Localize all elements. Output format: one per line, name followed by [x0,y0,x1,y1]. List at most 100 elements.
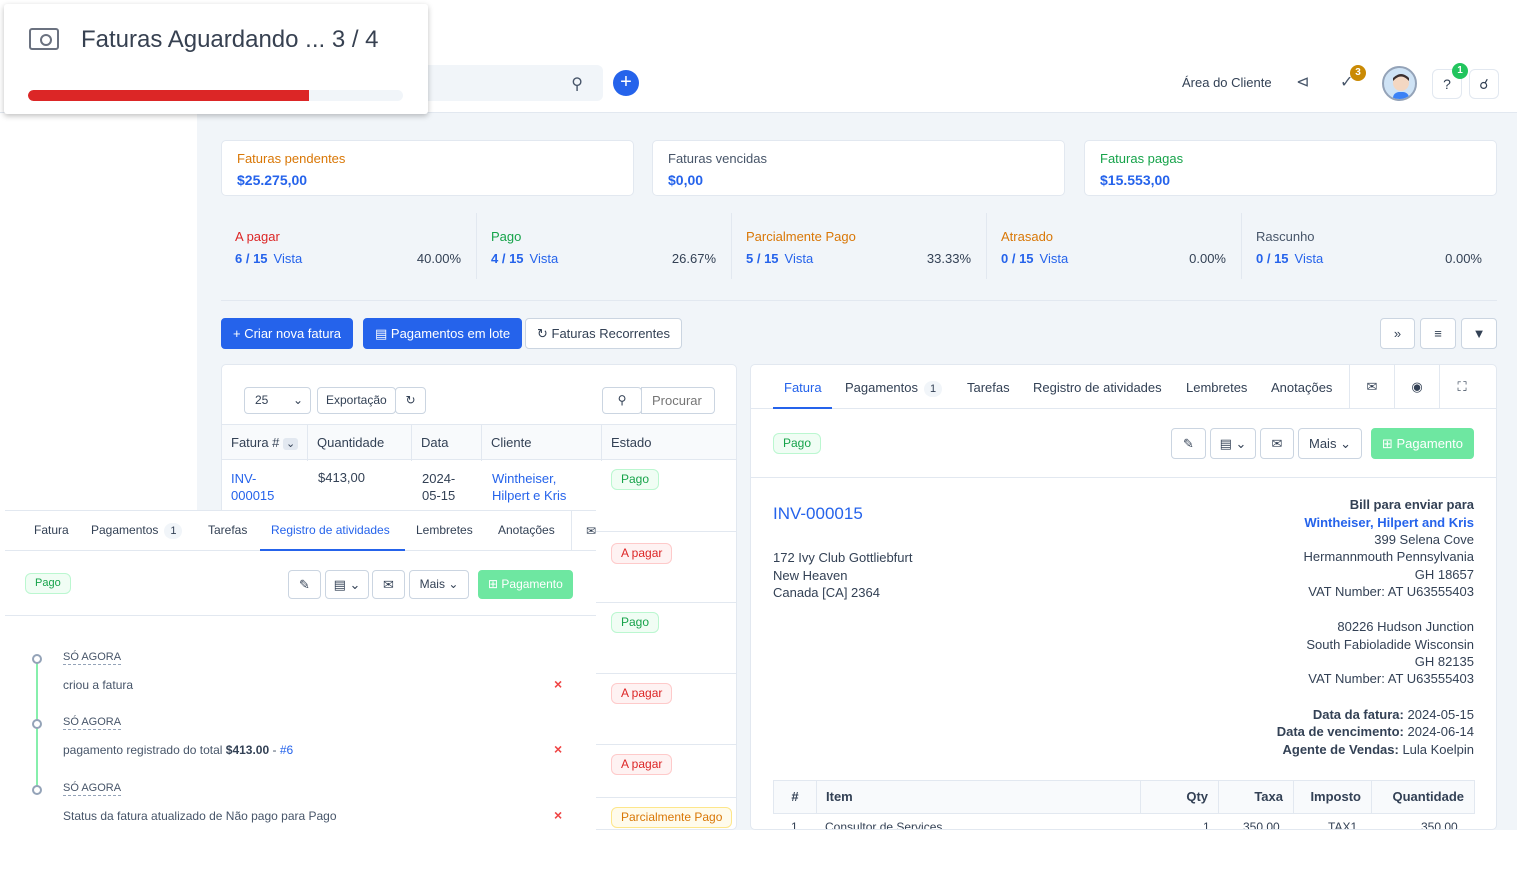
table-row[interactable]: Pago [611,612,660,633]
stat-card-pending[interactable]: Faturas pendentes $25.275,00 [221,140,634,196]
col-date[interactable]: Data [412,425,482,461]
active-tab-indicator [773,407,832,409]
quick-add-button[interactable]: + [613,70,639,96]
envelope-open-icon[interactable]: ✉ [1349,365,1394,409]
payment-button[interactable]: ⊞ Pagamento [1371,428,1475,459]
activity-text: criou a fatura [63,678,134,692]
expand-icon[interactable]: ⛶ [1439,365,1484,409]
bill-to-line: Hermannmouth Pennsylvania [1303,549,1474,564]
client-link[interactable]: Wintheiser, Hilpert e Kris [492,470,566,504]
delete-icon[interactable]: × [554,676,562,692]
more-dropdown-button[interactable]: Mais ⌄ [409,570,469,599]
tab-fatura[interactable]: Fatura [34,523,69,537]
stat-card-overdue[interactable]: Faturas vencidas $0,00 [652,140,1065,196]
tab-anotacoes[interactable]: Anotações [1271,380,1332,395]
recurring-invoices-button[interactable]: ↻ Faturas Recorrentes [525,318,683,349]
status-count-value: 5 / 15 [746,251,779,266]
invoice-number[interactable]: INV-000015 [773,504,863,524]
tab-pagamentos-label: Pagamentos [845,380,918,395]
avatar[interactable] [1382,66,1417,101]
tab-pagamentos[interactable]: Pagamentos 1 [91,523,183,539]
eye-icon[interactable]: ◉ [1394,365,1439,409]
table-row[interactable]: A pagar [611,683,673,704]
search-icon[interactable]: ⚲ [571,74,583,94]
avatar-face [1393,74,1409,99]
list-search-input[interactable] [641,387,715,414]
table-row: 1 Consultor de Services 1 350,00 TAX1 35… [773,814,1475,830]
tab-pagamentos[interactable]: Pagamentos 1 [845,380,942,397]
client-area-link[interactable]: Área do Cliente [1182,75,1272,90]
payment-button[interactable]: ⊞ Pagamento [478,570,573,599]
pdf-dropdown-button[interactable]: ▤ ⌄ [1210,428,1256,459]
bill-to-name[interactable]: Wintheiser, Hilpert and Kris [1304,515,1474,530]
global-search[interactable]: ⚲ [420,65,603,101]
pdf-dropdown-button[interactable]: ▤ ⌄ [325,570,369,599]
chevron-down-icon[interactable]: ⌄ [283,438,299,450]
money-icon [29,28,59,50]
invoice-date-line: 2024- [422,471,456,486]
more-label: Mais [1309,436,1337,451]
items-header: # Item Qty Taxa Imposto Quantidade [773,780,1475,814]
edit-button[interactable]: ✎ [1171,428,1206,459]
tab-fatura[interactable]: Fatura [784,380,822,395]
edit-button[interactable]: ✎ [288,570,321,599]
status-view-link[interactable]: Vista [1040,251,1069,266]
delete-icon[interactable]: × [554,741,562,757]
help-badge: 1 [1452,63,1468,79]
chevron-down-icon: ⌄ [1340,436,1351,451]
status-badge: A pagar [611,543,673,564]
bill-to-line: VAT Number: AT U63555403 [1308,584,1474,599]
status-view-link[interactable]: Vista [1295,251,1324,266]
status-view-link[interactable]: Vista [785,251,814,266]
col-amount[interactable]: Quantidade [308,425,412,461]
col-client[interactable]: Cliente [482,425,602,461]
invoice-date-line: 05-15 [422,488,456,503]
export-button[interactable]: Exportação [317,387,396,414]
timeline-dot [32,654,42,664]
status-badge: Pago [611,612,660,633]
col-invoice[interactable]: Fatura # ⌄ [222,425,308,461]
items-col-amount: Quantidade [1392,789,1464,804]
delete-icon[interactable]: × [554,807,562,823]
table-row[interactable]: A pagar [611,754,673,775]
table-row[interactable]: Parcialmente Pago [611,807,733,828]
tab-registro[interactable]: Registro de atividades [1033,380,1162,395]
send-email-button[interactable]: ✉ [1260,428,1294,459]
create-invoice-button[interactable]: + Criar nova fatura [221,318,354,349]
stat-card-paid[interactable]: Faturas pagas $15.553,00 [1084,140,1497,196]
status-view-link[interactable]: Vista [274,251,303,266]
activity-time: SÓ AGORA [63,716,122,730]
tab-tarefas[interactable]: Tarefas [208,523,247,537]
item-rate: 350,00 [1243,820,1280,830]
invoice-number-link[interactable]: INV- 000015 [231,470,274,504]
send-email-button[interactable]: ✉ [372,570,405,599]
envelope-open-icon[interactable]: ✉ [571,511,596,551]
activity-text-main: pagamento registrado do total [63,743,226,757]
status-percent: 26.67% [671,251,716,266]
table-row[interactable]: A pagar [611,543,673,564]
tab-lembretes[interactable]: Lembretes [416,523,473,537]
tab-tarefas[interactable]: Tarefas [967,380,1010,395]
status-label: Pago [491,229,522,244]
batch-payments-button[interactable]: ▤ Pagamentos em lote [363,318,523,349]
share-icon[interactable]: ⊲ [1296,72,1309,92]
status-view-link[interactable]: Vista [530,251,559,266]
tab-anotacoes[interactable]: Anotações [498,523,555,537]
filter-button[interactable]: ▼ [1461,318,1497,349]
client-line: Wintheiser, [492,471,557,486]
refresh-button[interactable]: ↻ [395,387,426,414]
bell-icon[interactable]: ☌ [1469,69,1499,99]
status-label: Atrasado [1001,229,1054,244]
chart-button[interactable]: ≡ [1420,318,1456,349]
toggle-panel-button[interactable]: » [1380,318,1415,349]
tab-pagamentos-label: Pagamentos [91,523,159,537]
plus-icon: + [233,326,245,341]
list-search-button[interactable]: ⚲ [602,387,642,414]
more-dropdown-button[interactable]: Mais ⌄ [1298,428,1362,459]
date-label: Data da fatura: [1312,707,1404,722]
payment-link[interactable]: #6 [280,743,293,757]
tab-registro[interactable]: Registro de atividades [271,523,390,537]
col-status[interactable]: Estado [602,425,736,461]
page-size-select[interactable]: 25 ⌄ [244,387,311,414]
tab-lembretes[interactable]: Lembretes [1186,380,1247,395]
